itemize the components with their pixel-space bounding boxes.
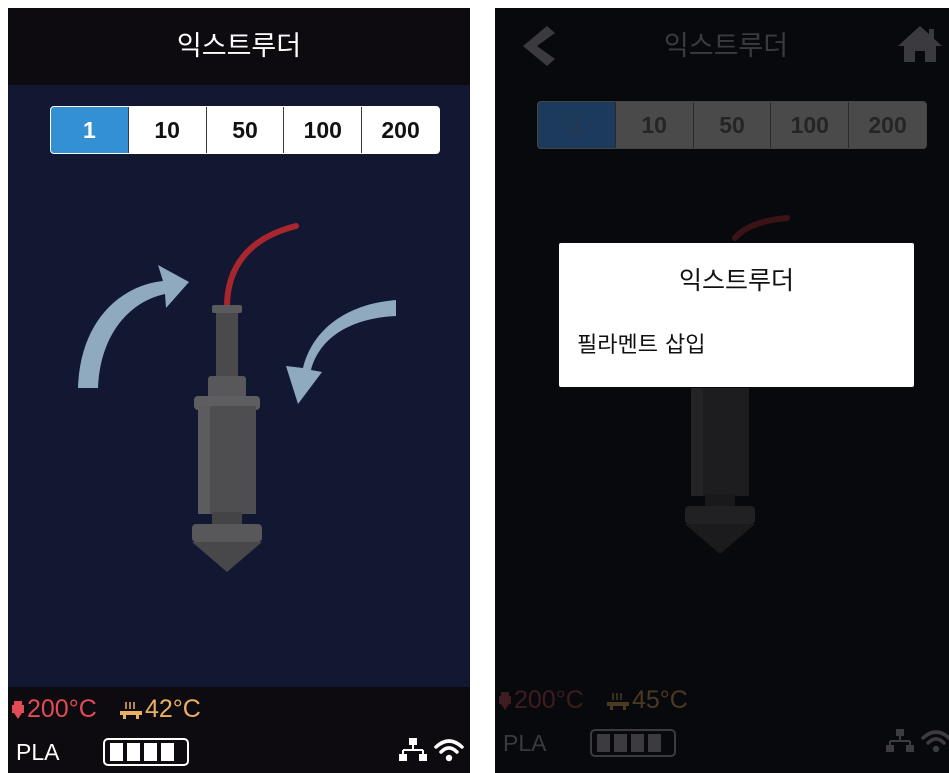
- battery-icon: [590, 729, 676, 757]
- wifi-icon: [434, 739, 464, 762]
- step-selector: 1 10 50 100 200: [50, 106, 440, 154]
- step-selector: 1 10 50 100 200: [537, 101, 927, 149]
- material-label: PLA: [503, 730, 547, 756]
- temperature-bar: 200°C 42°C: [8, 687, 470, 731]
- bed-temperature: 45°C: [632, 686, 688, 714]
- nozzle-icon: [12, 701, 24, 720]
- step-option-200[interactable]: 200: [848, 102, 926, 148]
- ethernet-icon: [399, 738, 427, 761]
- bed-temperature: 42°C: [145, 695, 201, 723]
- step-option-100[interactable]: 100: [283, 107, 362, 153]
- step-option-10[interactable]: 10: [614, 102, 693, 148]
- material-label: PLA: [16, 739, 60, 765]
- status-bar: PLA: [8, 731, 470, 773]
- retract-arrow-icon[interactable]: [78, 265, 189, 388]
- dialog-message: 필라멘트 삽입: [577, 333, 706, 358]
- dialog: 익스트루더 필라멘트 삽입: [559, 243, 914, 387]
- dialog-title: 익스트루더: [678, 266, 794, 295]
- home-icon[interactable]: [897, 24, 943, 64]
- temperature-bar: 200°C 45°C: [495, 678, 949, 722]
- battery-icon: [103, 738, 189, 766]
- page-title: 익스트루더: [663, 31, 789, 62]
- title-bar: 익스트루더: [8, 8, 470, 85]
- page-title: 익스트루더: [176, 31, 302, 62]
- step-option-200[interactable]: 200: [361, 107, 439, 153]
- heated-bed-icon: [120, 702, 142, 720]
- extrude-arrow-icon[interactable]: [286, 300, 396, 404]
- wifi-icon: [921, 730, 949, 753]
- step-option-50[interactable]: 50: [205, 107, 284, 153]
- extruder-screen-dialog: 익스트루더 1 10 50 100 200 익스트루더 필라멘트 삽입 200°…: [495, 8, 949, 773]
- title-bar: 익스트루더: [495, 8, 949, 85]
- extruder-body: [685, 388, 755, 554]
- step-option-1[interactable]: 1: [51, 107, 128, 153]
- ethernet-icon: [886, 729, 914, 752]
- step-option-1[interactable]: 1: [538, 102, 615, 148]
- step-option-50[interactable]: 50: [692, 102, 771, 148]
- extruder-illustration: [78, 223, 396, 572]
- nozzle-icon: [499, 692, 511, 711]
- extruder-body: [192, 305, 262, 572]
- nozzle-temperature: 200°C: [514, 686, 584, 714]
- status-bar: PLA: [495, 722, 949, 764]
- heated-bed-icon: [607, 693, 629, 711]
- extruder-screen: 익스트루더 1 10 50 100 200 200°C 42°C PLA: [8, 8, 470, 773]
- step-option-10[interactable]: 10: [127, 107, 206, 153]
- step-option-100[interactable]: 100: [770, 102, 849, 148]
- nozzle-temperature: 200°C: [27, 695, 97, 723]
